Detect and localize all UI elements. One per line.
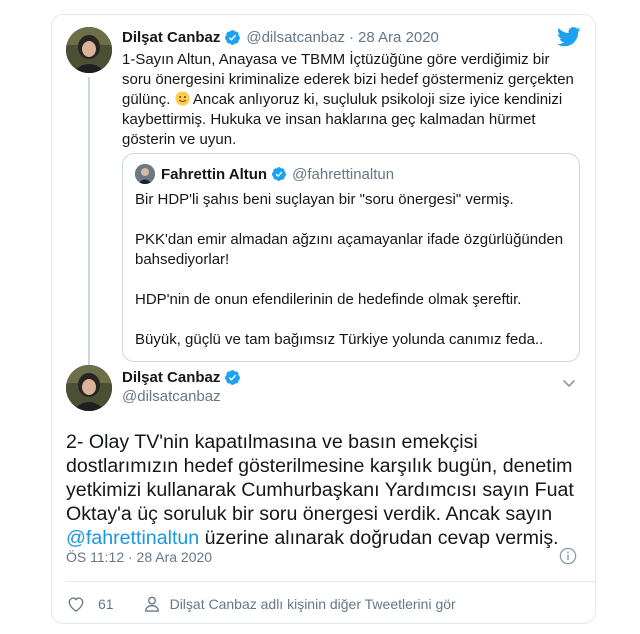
quoted-paragraph: PKK'dan emir almadan ağzını açamayanlar … — [135, 231, 564, 268]
separator-dot: · — [348, 28, 354, 46]
tweet-embed-card: Dilşat Canbaz @dilsatcanbaz · 28 Ara 202… — [51, 14, 596, 624]
twitter-bird-icon[interactable] — [557, 27, 581, 47]
main-tweet-text: 2- Olay TV'nin kapatılmasına ve basın em… — [66, 430, 586, 550]
main-tweet-header: Dilşat Canbaz @dilsatcanbaz — [122, 367, 241, 405]
avatar[interactable] — [66, 365, 112, 411]
quoted-tweet[interactable]: Fahrettin Altun @fahrettinaltun Bir HDP'… — [122, 153, 580, 362]
divider — [66, 581, 595, 582]
quoted-author-handle[interactable]: @fahrettinaltun — [292, 166, 394, 183]
quoted-paragraph: Bir HDP'li şahıs beni suçlayan bir "soru… — [135, 191, 514, 208]
tweet-header: Dilşat Canbaz @dilsatcanbaz · 28 Ara 202… — [122, 27, 439, 47]
mention-link[interactable]: @fahrettinaltun — [66, 527, 199, 549]
avatar[interactable] — [66, 27, 112, 73]
quoted-paragraph: Büyük, güçlü ve tam bağımsız Türkiye yol… — [135, 331, 544, 348]
person-icon[interactable] — [142, 594, 162, 614]
author-handle[interactable]: @dilsatcanbaz — [122, 388, 241, 405]
quoted-author-name[interactable]: Fahrettin Altun — [161, 166, 267, 183]
verified-badge-icon — [224, 29, 241, 46]
author-name[interactable]: Dilşat Canbaz — [122, 369, 220, 386]
tweet-timestamp[interactable]: ÖS 11:12 · 28 Ara 2020 — [66, 549, 212, 565]
info-icon[interactable] — [559, 547, 577, 565]
quoted-avatar[interactable] — [135, 164, 155, 184]
thread-line — [88, 77, 90, 367]
more-tweets-link[interactable]: Dilşat Canbaz adlı kişinin diğer Tweetle… — [170, 596, 456, 612]
context-tweet[interactable]: Dilşat Canbaz @dilsatcanbaz · 28 Ara 202… — [52, 15, 595, 367]
slightly-smiling-face-icon — [174, 91, 190, 106]
like-count[interactable]: 61 — [98, 596, 114, 612]
tweet-date[interactable]: 28 Ara 2020 — [358, 29, 439, 46]
chevron-down-icon[interactable] — [561, 375, 577, 391]
author-handle[interactable]: @dilsatcanbaz — [246, 29, 345, 46]
quoted-paragraph: HDP'nin de onun efendilerinin de hedefin… — [135, 291, 522, 308]
main-text-after: üzerine alınarak doğrudan cevap vermiş. — [199, 527, 559, 549]
verified-badge-icon — [271, 166, 287, 182]
quoted-text: Bir HDP'li şahıs beni suçlayan bir "soru… — [135, 190, 567, 370]
quoted-header: Fahrettin Altun @fahrettinaltun — [161, 164, 394, 184]
author-name[interactable]: Dilşat Canbaz — [122, 29, 220, 46]
main-text-before: 2- Olay TV'nin kapatılmasına ve basın em… — [66, 431, 574, 525]
heart-icon[interactable] — [66, 594, 86, 614]
tweet-text: 1-Sayın Altun, Anayasa ve TBMM İçtüzüğün… — [122, 50, 577, 150]
tweet-actions: 61 Dilşat Canbaz adlı kişinin diğer Twee… — [66, 593, 456, 615]
verified-badge-icon — [224, 369, 241, 386]
